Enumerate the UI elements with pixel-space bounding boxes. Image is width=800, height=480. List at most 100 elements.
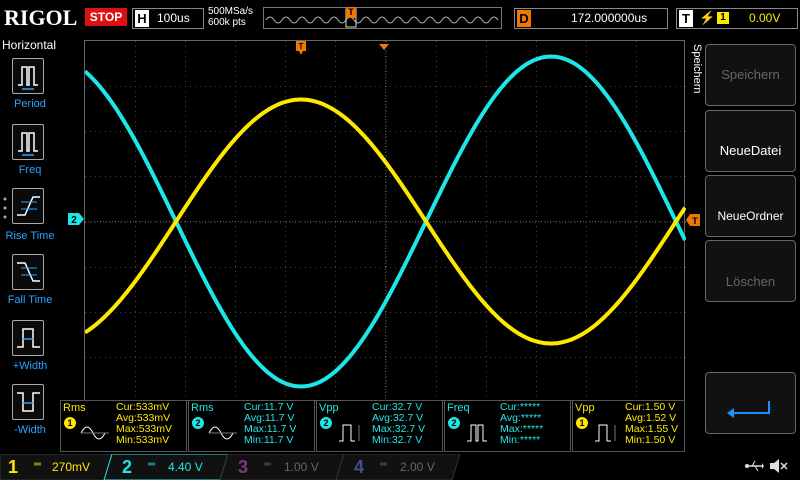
delete-label: Löschen xyxy=(725,274,776,289)
channel-number: 2 xyxy=(121,457,132,477)
menu-item-label: -Width xyxy=(14,424,46,436)
vpp-icon xyxy=(595,424,616,442)
channel-number: 4 xyxy=(353,457,364,477)
new-folder-button[interactable]: NeueOrdner xyxy=(705,175,796,237)
measurement-values: Cur:1.50 V Avg:1.52 V Max:1.55 V Min:1.5… xyxy=(625,402,678,446)
delay-value: 172.000000us xyxy=(571,11,648,25)
measurement-5[interactable]: Vpp 1 Cur:1.50 V Avg:1.52 V Max:1.55 V M… xyxy=(572,400,685,452)
left-menu-title: Horizontal xyxy=(2,38,57,52)
measurement-1[interactable]: Rms 1 Cur:533mV Avg:533mV Max:533mV Min:… xyxy=(60,400,187,452)
trigger-level-value: 0.00V xyxy=(749,11,781,25)
channel-number: 3 xyxy=(237,457,248,477)
measurement-values: Cur:533mV Avg:533mV Max:533mV Min:533mV xyxy=(116,402,172,446)
channel-4-tab[interactable]: 4 2.00 V ═ xyxy=(348,455,448,479)
delay-box[interactable]: D 172.000000us xyxy=(514,8,668,29)
menu-item-positive-width[interactable]: +Width xyxy=(0,318,58,378)
menu-item-rise-time[interactable]: Rise Time xyxy=(0,186,64,246)
new-file-button[interactable]: NeueDatei xyxy=(705,110,796,172)
channel-number: 1 xyxy=(7,457,18,477)
usb-icon xyxy=(744,458,764,474)
waveform-display[interactable] xyxy=(83,40,687,402)
trigger-badge: T xyxy=(679,10,693,27)
menu-item-fall-time[interactable]: Fall Time xyxy=(0,252,58,312)
run-stop-indicator[interactable]: STOP xyxy=(85,8,127,26)
ch2-offset-label: 2 xyxy=(71,215,77,225)
memory-waveform-preview xyxy=(265,8,499,28)
channel-1-tab[interactable]: 1 270mV ═ xyxy=(2,455,102,479)
save-button-label: Speichern xyxy=(721,67,780,82)
right-menu-title: Speichern xyxy=(691,44,703,94)
menu-item-period[interactable]: Period xyxy=(0,56,58,116)
trigger-source-badge: 1 xyxy=(717,12,729,24)
ch2-offset-marker[interactable]: 2 xyxy=(68,212,84,226)
menu-item-label: Period xyxy=(14,98,46,110)
fall-time-icon xyxy=(12,254,44,290)
dc-coupling-icon: ═ xyxy=(380,459,388,470)
frequency-icon xyxy=(467,424,487,442)
sample-rate: 500MSa/s xyxy=(208,6,254,17)
frequency-icon xyxy=(12,124,44,160)
delete-button[interactable]: Löschen xyxy=(705,240,796,302)
channel-3-tab[interactable]: 3 1.00 V ═ xyxy=(232,455,332,479)
menu-item-label: Fall Time xyxy=(7,294,53,306)
min-value: Min:32.7 V xyxy=(372,434,423,446)
channel-scale: 270mV xyxy=(52,460,91,474)
period-icon xyxy=(12,58,44,94)
positive-width-icon xyxy=(12,320,44,356)
vpp-icon xyxy=(339,424,360,442)
channel-badge: 2 xyxy=(192,417,204,429)
return-arrow-icon xyxy=(727,401,770,418)
channel-badge: 2 xyxy=(448,417,460,429)
trigger-box[interactable]: T ⚡ 1 0.00V xyxy=(676,8,798,29)
channel-scale: 1.00 V xyxy=(284,460,319,474)
measurement-name: Rms xyxy=(63,402,86,414)
min-value: Min:1.50 V xyxy=(625,434,676,446)
return-button[interactable] xyxy=(705,372,796,434)
menu-item-label: Rise Time xyxy=(5,230,55,242)
menu-item-freq[interactable]: Freq xyxy=(0,122,58,182)
rigol-logo: RIGOL xyxy=(4,5,78,30)
dc-coupling-icon: ═ xyxy=(264,459,272,470)
dc-coupling-icon: ═ xyxy=(34,459,42,470)
measurement-name: Freq xyxy=(447,402,470,414)
trigger-level-label: T xyxy=(692,216,698,226)
measurement-4[interactable]: Freq 2 Cur:***** Avg:***** Max:***** Min… xyxy=(444,400,571,452)
rising-edge-icon: ⚡ xyxy=(699,10,716,25)
center-marker xyxy=(379,37,389,50)
negative-width-icon xyxy=(12,384,44,420)
rise-time-icon xyxy=(12,188,44,224)
trigger-level-marker[interactable]: T xyxy=(686,213,700,226)
channel-badge: 1 xyxy=(576,417,588,429)
channel-badge: 2 xyxy=(320,417,332,429)
memory-depth: 600k pts xyxy=(208,17,246,28)
rms-icon xyxy=(208,426,237,440)
speaker-muted-icon[interactable] xyxy=(768,458,788,474)
measurement-3[interactable]: Vpp 2 Cur:32.7 V Avg:32.7 V Max:32.7 V M… xyxy=(316,400,443,452)
min-value: Min:533mV xyxy=(116,434,170,446)
measurement-values: Cur:11.7 V Avg:11.7 V Max:11.7 V Min:11.… xyxy=(244,402,296,446)
dc-coupling-icon: ═ xyxy=(148,459,156,470)
channel-2-tab[interactable]: 2 4.40 V ═ xyxy=(116,455,216,479)
horizontal-badge: H xyxy=(135,10,149,27)
min-value: Min:11.7 V xyxy=(244,434,294,446)
measurement-name: Rms xyxy=(191,402,214,414)
trigger-position-marker: T xyxy=(296,41,306,55)
rms-icon xyxy=(80,426,109,440)
menu-item-label: Freq xyxy=(18,164,42,176)
new-file-label: NeueDatei xyxy=(719,143,782,158)
min-value: Min:***** xyxy=(500,434,541,446)
memory-overview-bar xyxy=(263,7,502,29)
timebase-value: 100us xyxy=(157,11,190,25)
waveform-grid xyxy=(83,41,687,402)
measurement-2[interactable]: Rms 2 Cur:11.7 V Avg:11.7 V Max:11.7 V M… xyxy=(188,400,315,452)
delay-badge: D xyxy=(517,10,531,27)
acquisition-info: 500MSa/s 600k pts xyxy=(208,6,253,28)
menu-item-negative-width[interactable]: -Width xyxy=(0,382,58,442)
trigger-position-label: T xyxy=(299,42,304,51)
measurement-name: Vpp xyxy=(575,402,595,414)
timebase-box[interactable]: H 100us xyxy=(132,8,204,29)
top-status-bar: RIGOL STOP H 100us 500MSa/s 600k pts T D… xyxy=(0,0,800,34)
save-button[interactable]: Speichern xyxy=(705,44,796,106)
memory-trigger-marker: T xyxy=(346,7,356,18)
channel-scale: 2.00 V xyxy=(400,460,435,474)
